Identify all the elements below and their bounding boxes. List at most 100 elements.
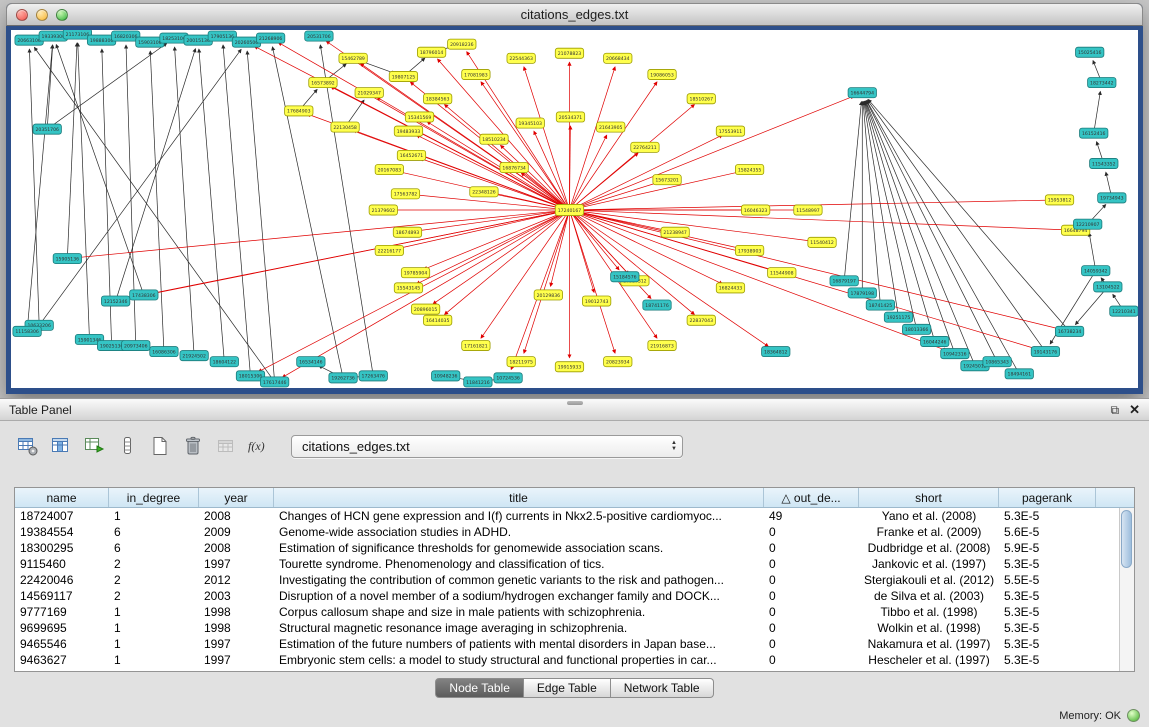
graph-node[interactable]: 18510267 [687,94,715,104]
citation-edge[interactable] [29,49,39,325]
cell-short[interactable]: Dudbridge et al. (2008) [859,541,999,555]
cell-out_degree[interactable]: 0 [764,637,859,651]
citation-edge[interactable] [247,51,274,382]
table-row[interactable]: 1830029562008Estimation of significance … [15,540,1119,556]
cell-in_degree[interactable]: 2 [109,557,199,571]
graph-node[interactable]: 22216177 [375,245,403,255]
select-columns-icon[interactable] [48,433,74,459]
cell-out_degree[interactable]: 0 [764,541,859,555]
cell-pagerank[interactable]: 5.9E-5 [999,541,1096,555]
graph-node[interactable]: 16879197 [830,276,858,286]
graph-node[interactable]: 17879198 [848,288,876,298]
hub-citation-edge[interactable] [125,210,570,299]
graph-node[interactable]: 15673201 [653,175,681,185]
graph-node[interactable]: 17081983 [462,69,490,79]
citation-edge[interactable] [867,101,1020,374]
cell-short[interactable]: Wolkin et al. (1998) [859,621,999,635]
table-row[interactable]: 946362711997Embryonic stem cells: a mode… [15,652,1119,668]
citation-edge[interactable] [1089,233,1095,271]
citation-edge[interactable] [47,45,52,129]
minimize-button[interactable] [36,9,48,21]
graph-node[interactable]: 19345103 [516,118,544,128]
graph-node[interactable]: 10865343 [983,357,1011,367]
table-row[interactable]: 1938455462009Genome-wide association stu… [15,524,1119,540]
graph-node[interactable]: 18674893 [393,227,421,237]
graph-node[interactable]: 21078823 [555,48,583,58]
cell-title[interactable]: Embryonic stem cells: a model to study s… [274,653,764,667]
cell-short[interactable]: Stergiakouli et al. (2012) [859,573,999,587]
cell-out_degree[interactable]: 0 [764,589,859,603]
graph-node[interactable]: 18796014 [417,47,445,57]
graph-node[interactable]: 16414035 [423,315,451,325]
graph-node[interactable]: 11540412 [808,237,836,247]
tab-node-table[interactable]: Node Table [435,678,524,698]
tab-network-table[interactable]: Network Table [611,678,714,698]
graph-node[interactable]: 18211975 [507,357,535,367]
hub-citation-edge[interactable] [569,67,615,210]
graph-node[interactable]: 19251175 [884,312,912,322]
column-header-name[interactable]: name [15,488,109,507]
cell-year[interactable]: 1997 [199,557,274,571]
hub-citation-edge[interactable] [569,135,606,210]
hub-citation-edge[interactable] [282,210,569,377]
graph-node[interactable]: 21916873 [648,340,676,350]
citation-edge[interactable] [1094,92,1101,134]
graph-node[interactable]: 20351706 [33,124,61,134]
graph-node[interactable]: 16452671 [397,150,425,160]
cell-name[interactable]: 9777169 [15,605,109,619]
float-panel-icon[interactable]: ⧉ [1111,404,1120,416]
cell-title[interactable]: Investigating the contribution of common… [274,573,764,587]
graph-node[interactable]: 16086306 [150,347,178,357]
graph-node[interactable]: 18364812 [762,347,790,357]
new-document-icon[interactable] [147,433,173,459]
citation-edge[interactable] [47,43,166,129]
window-titlebar[interactable]: citations_edges.txt [6,3,1143,26]
cell-year[interactable]: 2012 [199,573,274,587]
cell-name[interactable]: 9463627 [15,653,109,667]
cell-short[interactable]: Nakamura et al. (1997) [859,637,999,651]
graph-node[interactable]: 12210907 [1073,219,1101,229]
graph-node[interactable]: 15905136 [53,253,81,263]
hub-citation-edge[interactable] [398,210,569,248]
graph-node[interactable]: 20534371 [556,112,584,122]
graph-node[interactable]: 17617446 [260,377,288,387]
cell-out_degree[interactable]: 0 [764,653,859,667]
table-row[interactable]: 969969511998Structural magnetic resonanc… [15,620,1119,636]
cell-in_degree[interactable]: 6 [109,525,199,539]
table-row[interactable]: 911546021997Tourette syndrome. Phenomeno… [15,556,1119,572]
graph-node[interactable]: 22837043 [687,315,715,325]
table-settings-icon[interactable] [15,433,41,459]
graph-node[interactable]: 16876734 [500,162,528,172]
graph-node[interactable]: 20129836 [534,290,562,300]
table-row[interactable]: 977716911998Corpus callosum shape and si… [15,604,1119,620]
cell-title[interactable]: Changes of HCN gene expression and I(f) … [274,509,764,523]
graph-node[interactable]: 17938903 [735,245,763,255]
cell-title[interactable]: Estimation of the future numbers of pati… [274,637,764,651]
column-header-out_degree[interactable]: △ out_de... [764,488,859,507]
cell-title[interactable]: Estimation of significance thresholds fo… [274,541,764,555]
graph-node[interactable]: 20973406 [122,340,150,350]
graph-node[interactable]: 19785904 [401,268,429,278]
cell-pagerank[interactable]: 5.3E-5 [999,589,1096,603]
citation-edge[interactable] [273,47,344,378]
graph-node[interactable]: 19012743 [582,296,610,306]
hub-citation-edge[interactable] [445,105,570,210]
cell-name[interactable]: 19384554 [15,525,109,539]
column-header-title[interactable]: title [274,488,764,507]
network-view[interactable]: 1604632315824355175539111851026719086053… [6,26,1143,394]
cell-in_degree[interactable]: 6 [109,541,199,555]
graph-node[interactable]: 19143176 [1031,347,1059,357]
graph-node[interactable]: 21643905 [597,122,625,132]
column-header-pagerank[interactable]: pagerank [999,488,1096,507]
cell-out_degree[interactable]: 0 [764,605,859,619]
graph-node[interactable]: 16824433 [716,283,744,293]
cell-out_degree[interactable]: 49 [764,509,859,523]
citation-edge[interactable] [844,102,861,281]
citation-edge[interactable] [175,47,195,355]
citation-edge[interactable] [864,102,899,318]
cell-out_degree[interactable]: 0 [764,621,859,635]
graph-node[interactable]: 15824355 [735,165,763,175]
cell-name[interactable]: 22420046 [15,573,109,587]
hub-node[interactable]: 17240167 [555,204,583,215]
graph-node[interactable]: 22544363 [507,53,535,63]
